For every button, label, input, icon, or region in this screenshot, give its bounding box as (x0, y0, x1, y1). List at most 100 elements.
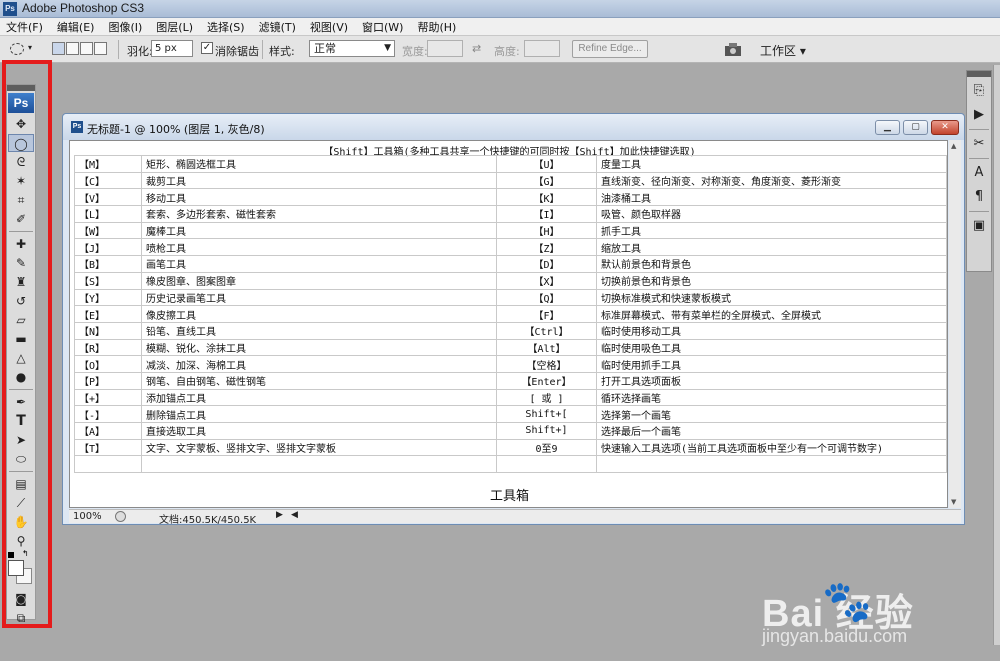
shortcut-key-cell: 【T】 (74, 438, 142, 457)
shortcut-key-cell: 【Enter】 (496, 371, 597, 390)
scroll-down-icon[interactable]: ▼ (951, 498, 956, 506)
refine-edge-button[interactable]: Refine Edge... (572, 40, 648, 58)
status-options-icon[interactable] (115, 511, 126, 522)
collapsed-panels[interactable] (993, 65, 1000, 645)
tool-description-cell: 套索、多边形套索、磁性套索 (141, 205, 497, 223)
table-row: 【E】 像皮擦工具 【F】 标准屏幕模式、带有菜单栏的全屏模式、全屏模式 (74, 305, 947, 323)
tool-description-cell: 文字、文字蒙板、竖排文字、竖排文字蒙板 (141, 438, 497, 457)
table-row: 【+】 添加锚点工具[ 或 ] 循环选择画笔 (74, 388, 947, 407)
table-row (74, 455, 947, 474)
options-divider (262, 40, 263, 59)
menu-file[interactable]: 文件(F) (6, 19, 43, 35)
table-row: 【M】 矩形、椭圆选框工具 【U】 度量工具 (74, 155, 947, 173)
tool-description-cell: 油漆桶工具 (596, 188, 947, 207)
shortcut-key-cell: 【P】 (74, 371, 142, 390)
shortcut-key-cell: 【-】 (74, 405, 142, 423)
shortcut-key-cell: 【J】 (74, 238, 142, 257)
height-input[interactable] (524, 40, 560, 57)
style-select[interactable]: 正常 ▼ (309, 40, 395, 57)
shortcut-key-cell: 【K】 (496, 188, 597, 207)
tool-description-cell: 裁剪工具 (141, 171, 497, 190)
swap-dimensions-icon[interactable]: ⇄ (472, 42, 481, 55)
close-button[interactable]: ✕ (931, 120, 959, 135)
intersect-selection-button[interactable] (94, 42, 107, 55)
tool-description-cell: 魔棒工具 (141, 221, 497, 240)
tool-description-cell: 画笔工具 (141, 255, 497, 273)
document-canvas[interactable]: 【Shift】工具箱(多种工具共享一个快捷键的可同时按【Shift】加此快捷键选… (69, 140, 948, 508)
table-row: 【C】 裁剪工具 【G】 直线渐变、径向渐变、对称渐变、角度渐变、菱形渐变 (74, 171, 947, 190)
menu-window[interactable]: 窗口(W) (362, 19, 403, 35)
antialias-label: 消除锯齿 (215, 45, 259, 58)
shortcut-key-cell: 【Y】 (74, 288, 142, 307)
tool-description-cell (596, 455, 947, 474)
menu-bar: 文件(F) 编辑(E) 图像(I) 图层(L) 选择(S) 滤镜(T) 视图(V… (0, 18, 1000, 36)
options-bar: ▾ 羽化: 5 px ✓ 消除锯齿 样式: 正常 ▼ 宽度: ⇄ 高度: Ref… (0, 36, 1000, 63)
width-label: 宽度: (402, 45, 428, 58)
tool-description-cell: 临时使用吸色工具 (596, 338, 947, 357)
table-row: 【T】 文字、文字蒙板、竖排文字、竖排文字蒙板 0至9 快速输入工具选项(当前工具选项… (74, 438, 947, 457)
tool-description-cell: 喷枪工具 (141, 238, 497, 257)
document-title-bar[interactable]: Ps 无标题-1 @ 100% (图层 1, 灰色/8) ▁ ▢ ✕ (63, 114, 964, 140)
document-title: 无标题-1 @ 100% (图层 1, 灰色/8) (87, 123, 265, 136)
menu-filter[interactable]: 滤镜(T) (259, 19, 296, 35)
status-menu-arrow-icon[interactable]: ▶ (276, 510, 283, 520)
minimize-button[interactable]: ▁ (875, 120, 900, 135)
menu-image[interactable]: 图像(I) (108, 19, 142, 35)
app-title-bar: Ps Adobe Photoshop CS3 (0, 0, 1000, 18)
shortcut-key-cell: 【R】 (74, 338, 142, 357)
scroll-up-icon[interactable]: ▲ (951, 142, 956, 150)
width-input[interactable] (427, 40, 463, 57)
tool-description-cell: 矩形、椭圆选框工具 (141, 155, 497, 173)
elliptical-marquee-preset-icon[interactable] (10, 43, 24, 55)
paragraph-panel-icon[interactable]: ¶ (968, 187, 990, 207)
shortcut-key-cell: 【O】 (74, 355, 142, 373)
workspace-menu[interactable]: 工作区 ▾ (760, 42, 806, 59)
tool-description-cell: 移动工具 (141, 188, 497, 207)
tool-description-cell: 切换标准模式和快速蒙板模式 (596, 288, 947, 307)
layer-comps-icon[interactable]: ▣ (968, 216, 990, 236)
tool-description-cell: 切换前景色和背景色 (596, 271, 947, 290)
new-selection-button[interactable] (52, 42, 65, 55)
vertical-scrollbar[interactable]: ▲ ▼ (949, 140, 961, 508)
shortcut-key-cell: Shift+[ (496, 405, 597, 423)
history-panel-icon[interactable]: ⎘ (968, 81, 990, 101)
preset-caret-icon[interactable]: ▾ (28, 43, 32, 52)
bridge-icon[interactable] (724, 41, 744, 57)
shortcut-key-cell: 【+】 (74, 388, 142, 407)
tool-description-cell: 橡皮图章、图案图章 (141, 271, 497, 290)
shortcut-key-cell: 【D】 (496, 255, 597, 273)
shortcut-key-cell: 【V】 (74, 188, 142, 207)
add-selection-button[interactable] (66, 42, 79, 55)
actions-panel-icon[interactable]: ▶ (968, 105, 990, 125)
dock-grip[interactable] (967, 71, 991, 77)
document-window: Ps 无标题-1 @ 100% (图层 1, 灰色/8) ▁ ▢ ✕ 【Shif… (62, 113, 965, 526)
menu-help[interactable]: 帮助(H) (417, 19, 456, 35)
ps-document-icon: Ps (71, 121, 83, 133)
menu-view[interactable]: 视图(V) (310, 19, 348, 35)
table-row: 【J】 喷枪工具 【Z】 缩放工具 (74, 238, 947, 257)
menu-select[interactable]: 选择(S) (207, 19, 245, 35)
zoom-level[interactable]: 100% (73, 511, 102, 522)
maximize-button[interactable]: ▢ (903, 120, 928, 135)
shortcut-key-cell: 【X】 (496, 271, 597, 290)
shortcut-key-cell: 【Q】 (496, 288, 597, 307)
tool-description-cell: 历史记录画笔工具 (141, 288, 497, 307)
menu-edit[interactable]: 编辑(E) (57, 19, 95, 35)
subtract-selection-button[interactable] (80, 42, 93, 55)
tool-description-cell: 像皮擦工具 (141, 305, 497, 323)
table-row: 【R】 模糊、锐化、涂抹工具 【Alt】 临时使用吸色工具 (74, 338, 947, 357)
tool-description-cell: 铅笔、直线工具 (141, 321, 497, 340)
table-row: 【N】 铅笔、直线工具 【Ctrl】 临时使用移动工具 (74, 321, 947, 340)
character-panel-icon[interactable]: A (968, 163, 990, 183)
shortcut-key-cell (74, 455, 142, 474)
menu-layer[interactable]: 图层(L) (156, 19, 193, 35)
baidu-paw-icon: 🐾 (822, 579, 872, 625)
scroll-left-icon[interactable]: ◀ (291, 510, 298, 520)
shortcut-key-cell: 【空格】 (496, 355, 597, 373)
shortcut-key-cell: 【M】 (74, 155, 142, 173)
table-row: 【P】 钢笔、自由钢笔、磁性钢笔 【Enter】 打开工具选项面板 (74, 371, 947, 390)
feather-input[interactable]: 5 px (151, 40, 193, 57)
tool-presets-icon[interactable]: ✂ (968, 134, 990, 154)
tool-description-cell: 钢笔、自由钢笔、磁性钢笔 (141, 371, 497, 390)
antialias-checkbox[interactable]: ✓ (201, 42, 213, 54)
